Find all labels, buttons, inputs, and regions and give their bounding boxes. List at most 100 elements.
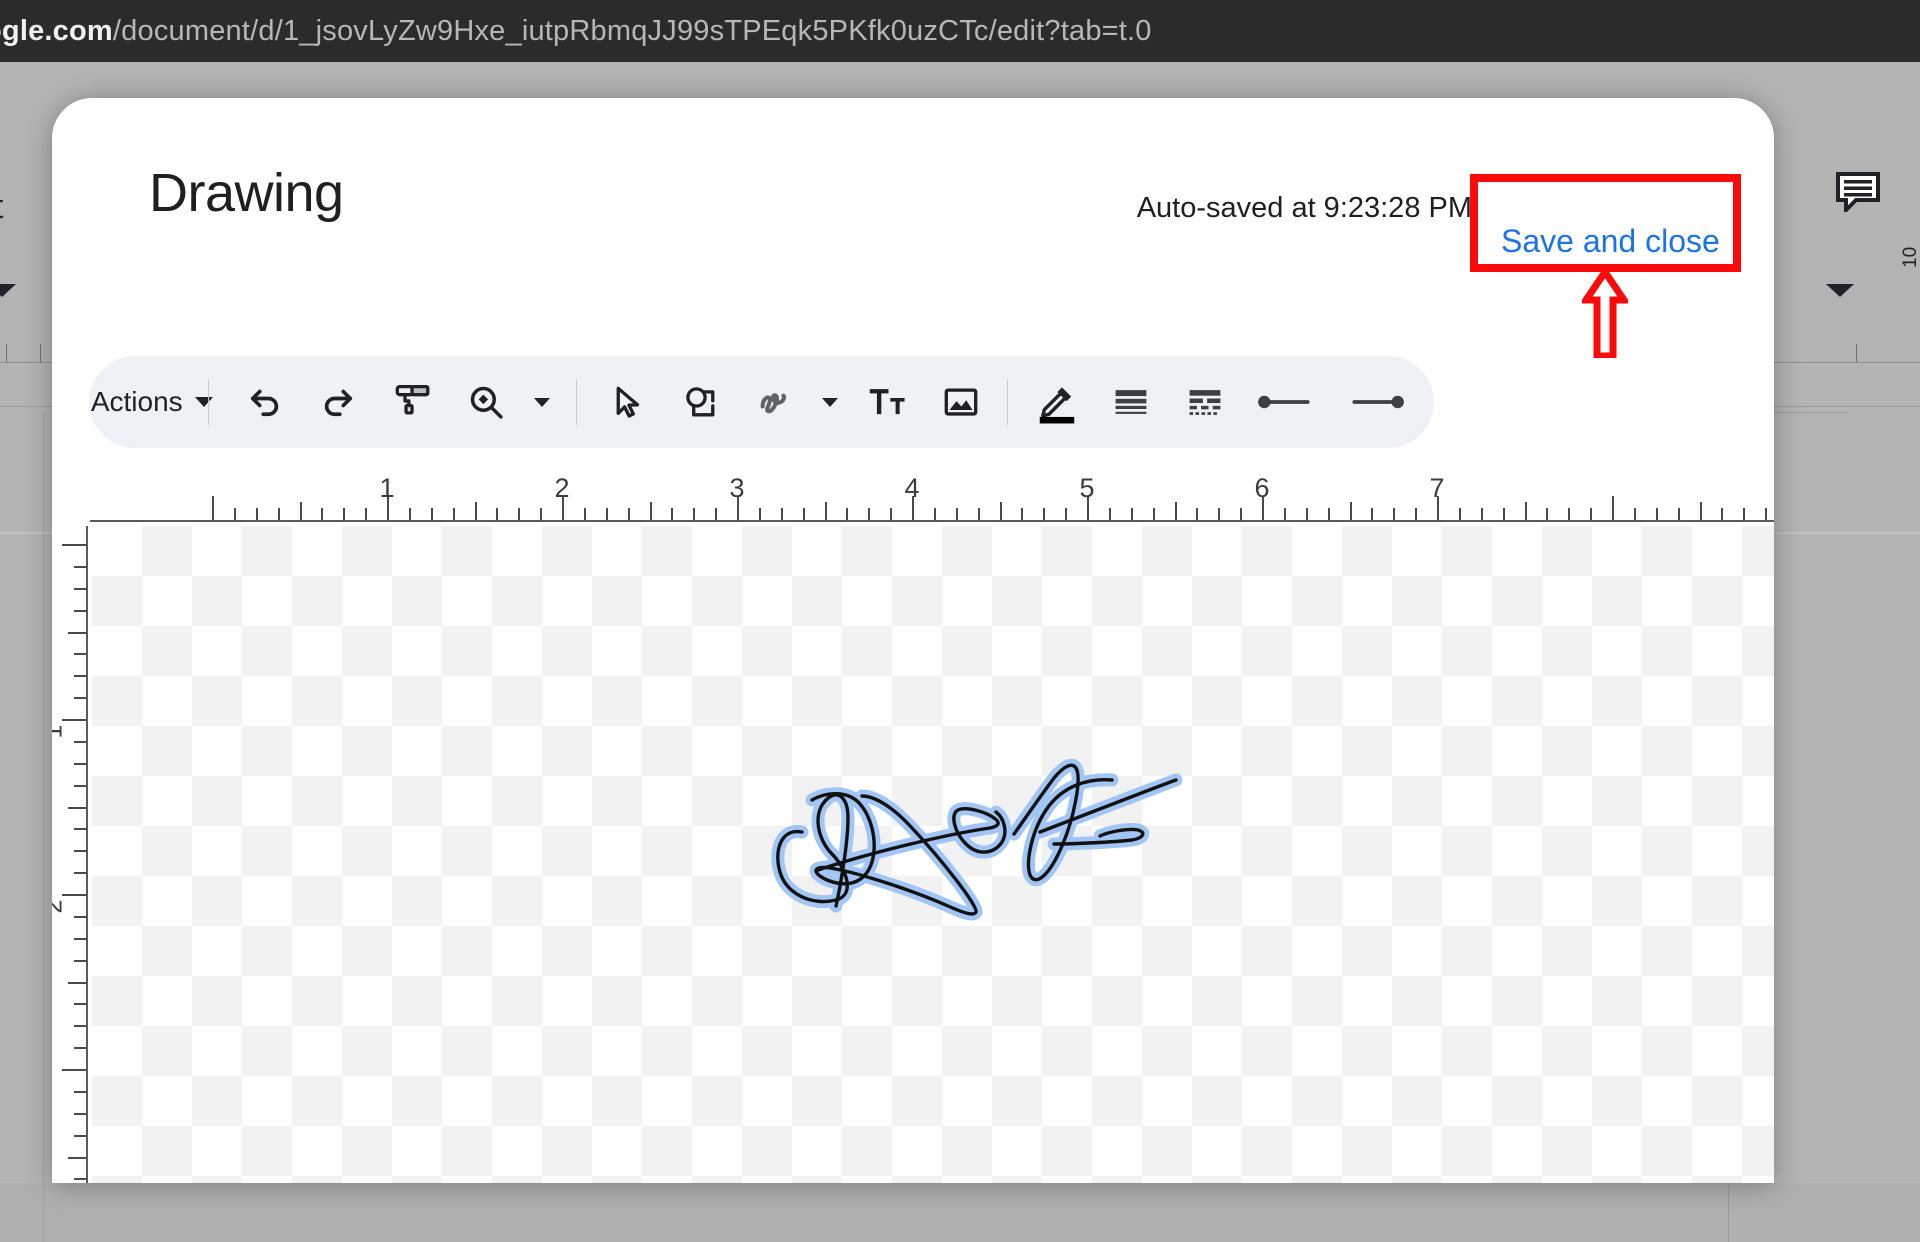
ruler-tick: [518, 508, 520, 520]
ruler-tick: [431, 508, 433, 520]
ruler-tick: [74, 741, 86, 743]
ruler-tick: [1284, 508, 1286, 520]
ruler-tick: [628, 508, 630, 520]
ruler-tick: [1218, 508, 1220, 520]
line-tool-dropdown-button[interactable]: [810, 370, 850, 434]
background-ruler-tick: [1856, 344, 1857, 362]
drawing-toolbar: Actions: [89, 356, 1434, 448]
drawing-dialog-header: Drawing Auto-saved at 9:23:28 PM Save an…: [52, 98, 1774, 298]
actions-menu-button[interactable]: Actions: [107, 370, 194, 434]
ruler-label: 1: [379, 473, 394, 504]
ruler-label: 3: [729, 473, 744, 504]
ruler-tick: [1350, 502, 1352, 520]
border-dash-button[interactable]: [1173, 370, 1237, 434]
browser-address-bar[interactable]: ogle.com/document/d/1_jsovLyZw9Hxe_iutpR…: [0, 0, 1920, 62]
ruler-tick: [1043, 508, 1045, 520]
ruler-tick: [74, 828, 86, 830]
ruler-tick: [1021, 508, 1023, 520]
actions-menu-label: Actions: [91, 386, 183, 418]
save-and-close-button[interactable]: Save and close: [1487, 205, 1734, 278]
ruler-tick: [74, 697, 86, 699]
paint-format-button[interactable]: [380, 370, 444, 434]
ruler-tick: [1568, 508, 1570, 520]
text-box-button[interactable]: [855, 370, 919, 434]
ruler-tick: [68, 807, 86, 809]
ruler-tick: [1634, 508, 1636, 520]
select-tool-button[interactable]: [595, 370, 659, 434]
drawing-canvas[interactable]: [92, 526, 1774, 1183]
ruler-tick: [1065, 508, 1067, 520]
ruler-tick: [74, 1113, 86, 1115]
ruler-tick: [1109, 508, 1111, 520]
ruler-tick: [1590, 508, 1592, 520]
zoom-button[interactable]: [454, 370, 518, 434]
ruler-label: 6: [1254, 473, 1269, 504]
zoom-dropdown-button[interactable]: [522, 370, 562, 434]
ruler-tick: [74, 916, 86, 918]
ruler-label: 2: [554, 473, 569, 504]
url-path: /document/d/1_jsovLyZw9Hxe_iutpRbmqJJ99s…: [113, 15, 1152, 47]
ruler-tick: [62, 544, 86, 546]
border-weight-button[interactable]: [1099, 370, 1163, 434]
image-button[interactable]: [929, 370, 993, 434]
line-end-button[interactable]: [1336, 370, 1416, 434]
chevron-down-icon: [534, 398, 550, 407]
ruler-tick: [74, 763, 86, 765]
ruler-tick: [68, 632, 86, 634]
vertical-ruler[interactable]: 12: [52, 526, 90, 1183]
ruler-tick: [1700, 502, 1702, 520]
ruler-tick: [1415, 508, 1417, 520]
ruler-tick: [62, 1069, 86, 1071]
horizontal-ruler[interactable]: 1234567: [90, 472, 1774, 526]
ruler-tick: [74, 1178, 86, 1180]
ruler-tick: [365, 508, 367, 520]
ruler-tick: [650, 502, 652, 520]
line-start-button[interactable]: [1246, 370, 1326, 434]
ruler-tick: [74, 610, 86, 612]
ruler-tick: [1000, 502, 1002, 520]
ruler-tick: [1459, 508, 1461, 520]
shape-tool-button[interactable]: [668, 370, 732, 434]
address-bar-url: ogle.com/document/d/1_jsovLyZw9Hxe_iutpR…: [0, 15, 1152, 48]
ruler-tick: [825, 502, 827, 520]
background-ruler-tick: [6, 344, 7, 362]
ruler-tick: [212, 496, 214, 520]
ruler-label: 4: [904, 473, 919, 504]
redo-button[interactable]: [306, 370, 370, 434]
ruler-tick: [74, 1003, 86, 1005]
ruler-tick: [1393, 508, 1395, 520]
ruler-tick: [1678, 508, 1680, 520]
ruler-tick: [956, 508, 958, 520]
ruler-tick: [606, 508, 608, 520]
ruler-tick: [1721, 508, 1723, 520]
ruler-label: 1: [52, 725, 69, 739]
ruler-tick: [74, 1047, 86, 1049]
ruler-tick: [74, 1091, 86, 1093]
url-host: ogle.com: [0, 15, 113, 47]
ruler-tick: [453, 508, 455, 520]
page-title: Drawing: [149, 162, 344, 224]
ruler-baseline: [90, 520, 1774, 522]
annotation-arrow-icon: [1582, 270, 1628, 358]
ruler-tick: [68, 1157, 86, 1159]
ruler-tick: [300, 502, 302, 520]
ruler-tick: [934, 508, 936, 520]
signature-scribble[interactable]: [752, 748, 1182, 923]
border-color-button[interactable]: [1025, 370, 1089, 434]
ruler-tick: [671, 508, 673, 520]
line-tool-button[interactable]: [742, 370, 806, 434]
ruler-tick: [1743, 508, 1745, 520]
ruler-tick: [868, 508, 870, 520]
ruler-baseline: [86, 526, 88, 1183]
undo-button[interactable]: [233, 370, 297, 434]
ruler-tick: [74, 675, 86, 677]
drawing-dialog: Drawing Auto-saved at 9:23:28 PM Save an…: [52, 98, 1774, 1183]
ruler-tick: [74, 960, 86, 962]
autosave-status: Auto-saved at 9:23:28 PM: [1137, 192, 1472, 225]
ruler-tick: [1656, 508, 1658, 520]
ruler-tick: [693, 508, 695, 520]
drawing-canvas-area: 1234567 12: [52, 472, 1774, 1183]
ruler-tick: [256, 508, 258, 520]
ruler-tick: [1306, 508, 1308, 520]
ruler-tick: [1612, 496, 1614, 520]
